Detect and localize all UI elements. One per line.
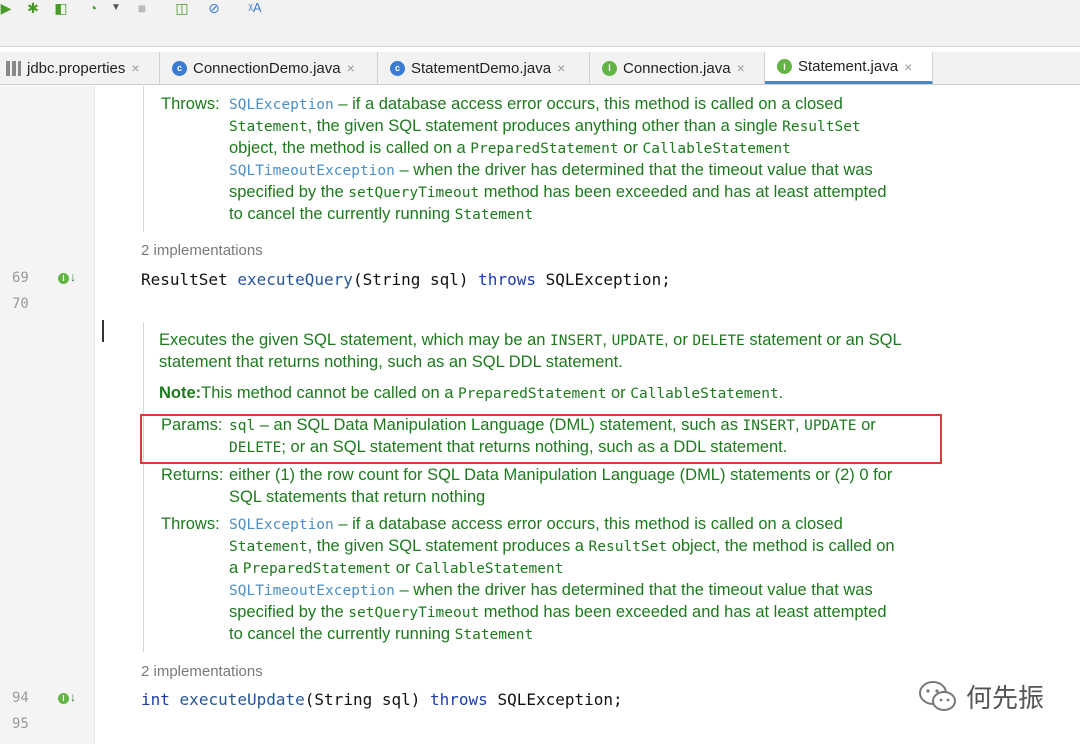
- no-entry-icon[interactable]: ⊘: [204, 0, 224, 16]
- editor-gutter: 69 I ↓ 70 94 I ↓ 95: [0, 86, 95, 744]
- coverage-icon[interactable]: ◧: [52, 0, 70, 16]
- tab-connection-java[interactable]: I Connection.java ×: [590, 52, 765, 84]
- exception-link[interactable]: SQLTimeoutException: [229, 163, 395, 179]
- tab-statement-java[interactable]: I Statement.java ×: [765, 52, 933, 84]
- close-icon[interactable]: ×: [347, 60, 355, 76]
- exception-link[interactable]: SQLException: [229, 517, 334, 533]
- line-number: 95: [12, 716, 29, 732]
- javadoc-line: object, the method is called on a Prepar…: [229, 139, 791, 157]
- javadoc-line: specified by the setQueryTimeout method …: [229, 603, 887, 621]
- javadoc-line: SQL statements that return nothing: [229, 488, 486, 506]
- implementations-link[interactable]: 2 implementations: [141, 242, 263, 259]
- watermark: 何先振: [918, 678, 1044, 715]
- tab-label: jdbc.properties: [27, 59, 126, 77]
- javadoc-line: SQLException – if a database access erro…: [229, 95, 843, 113]
- javadoc-line: Note:This method cannot be called on a P…: [159, 384, 784, 402]
- highlight-box: [140, 414, 942, 464]
- class-icon: c: [390, 60, 405, 76]
- tab-jdbc-properties[interactable]: jdbc.properties ×: [0, 52, 160, 84]
- returns-label: Returns:: [161, 466, 224, 484]
- tab-label: StatementDemo.java: [411, 59, 552, 77]
- properties-file-icon: [6, 60, 21, 76]
- interface-icon: I: [777, 59, 792, 74]
- exception-link[interactable]: SQLException: [229, 97, 334, 113]
- tab-statement-demo[interactable]: c StatementDemo.java ×: [378, 52, 590, 84]
- close-icon[interactable]: ×: [131, 60, 139, 76]
- exception-link[interactable]: SQLTimeoutException: [229, 583, 395, 599]
- text-caret: [102, 320, 104, 342]
- tab-label: Connection.java: [623, 59, 731, 77]
- class-icon: c: [172, 60, 187, 76]
- implemented-marker-icon[interactable]: I ↓: [58, 270, 76, 284]
- build-icon[interactable]: ◫: [172, 0, 192, 16]
- tab-label: Statement.java: [798, 58, 899, 75]
- javadoc-line: specified by the setQueryTimeout method …: [229, 183, 887, 201]
- javadoc-line: Executes the given SQL statement, which …: [159, 331, 902, 349]
- toolbar-lower: [0, 22, 1080, 46]
- profile-icon[interactable]: ◔: [84, 0, 102, 16]
- implementations-link[interactable]: 2 implementations: [141, 663, 263, 680]
- javadoc-line: Statement, the given SQL statement produ…: [229, 117, 861, 135]
- javadoc-line: Statement, the given SQL statement produ…: [229, 537, 895, 555]
- watermark-text: 何先振: [966, 684, 1045, 714]
- implemented-marker-icon[interactable]: I ↓: [58, 690, 76, 704]
- toolbar-divider: [0, 46, 1080, 47]
- wechat-icon: [918, 680, 958, 714]
- editor-tab-bar: jdbc.properties × c ConnectionDemo.java …: [0, 52, 1080, 85]
- javadoc-line: a PreparedStatement or CallableStatement: [229, 559, 564, 577]
- stop-icon[interactable]: ■: [134, 0, 150, 16]
- javadoc-line: SQLException – if a database access erro…: [229, 515, 843, 533]
- close-icon[interactable]: ×: [904, 59, 912, 75]
- line-number: 69: [12, 270, 29, 286]
- close-icon[interactable]: ×: [557, 60, 565, 76]
- tab-label: ConnectionDemo.java: [193, 59, 341, 77]
- javadoc-block: [143, 86, 144, 232]
- javadoc-line: to cancel the currently running Statemen…: [229, 205, 534, 223]
- throws-label: Throws:: [161, 95, 220, 113]
- javadoc-line: statement that returns nothing, such as …: [159, 353, 623, 371]
- interface-icon: I: [602, 60, 617, 76]
- javadoc-line: either (1) the row count for SQL Data Ma…: [229, 466, 893, 484]
- toolbar: ▶ ✱ ◧ ◔ ▼ ■ ◫ ⊘ ᵡA: [0, 0, 1080, 22]
- line-number: 70: [12, 296, 29, 312]
- javadoc-block: [143, 322, 144, 652]
- javadoc-line: SQLTimeoutException – when the driver ha…: [229, 581, 873, 599]
- javadoc-line: to cancel the currently running Statemen…: [229, 625, 534, 643]
- line-number: 94: [12, 690, 29, 706]
- chevron-down-icon[interactable]: ▼: [110, 0, 122, 16]
- throws-label: Throws:: [161, 515, 220, 533]
- debug-icon[interactable]: ✱: [24, 0, 42, 16]
- javadoc-line: SQLTimeoutException – when the driver ha…: [229, 161, 873, 179]
- close-icon[interactable]: ×: [737, 60, 745, 76]
- tab-connection-demo[interactable]: c ConnectionDemo.java ×: [160, 52, 378, 84]
- run-icon[interactable]: ▶: [0, 0, 12, 16]
- translate-icon[interactable]: ᵡA: [244, 0, 266, 16]
- code-line: ResultSet executeQuery(String sql) throw…: [141, 270, 671, 289]
- code-line: int executeUpdate(String sql) throws SQL…: [141, 690, 623, 709]
